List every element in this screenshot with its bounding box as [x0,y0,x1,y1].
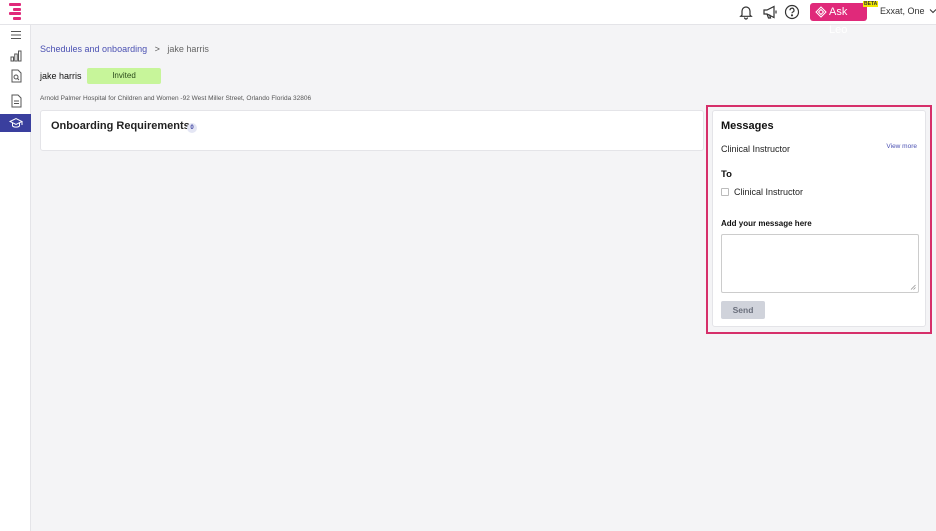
document-icon[interactable] [0,92,31,110]
send-button[interactable]: Send [721,301,765,319]
breadcrumb: Schedules and onboarding > jake harris [40,44,209,54]
message-sender: Clinical Instructor [721,144,791,154]
exxat-logo[interactable] [9,3,21,20]
top-bar: Ask Leo BETA Exxat, One [0,0,936,36]
requirements-count-badge: 0 [187,123,197,133]
menu-icon[interactable] [0,26,31,44]
to-label: To [721,169,732,180]
breadcrumb-schedules-link[interactable]: Schedules and onboarding [40,44,147,54]
document-search-icon[interactable] [0,67,31,85]
chevron-down-icon [929,6,936,16]
student-name: jake harris [40,71,82,81]
messages-title: Messages [721,120,774,132]
status-badge: Invited [87,68,161,84]
recipient-label: Clinical Instructor [734,187,804,197]
user-menu[interactable]: Exxat, One [880,6,936,16]
onboarding-requirements-title: Onboarding Requirements [51,120,190,132]
view-more-link[interactable]: View more [886,143,917,150]
ask-leo-label: Ask Leo [829,6,848,36]
ask-leo-button[interactable]: Ask Leo [810,3,867,36]
graduation-cap-icon[interactable] [0,114,31,132]
resize-handle-icon[interactable] [910,284,916,290]
megaphone-icon[interactable] [761,3,779,21]
site-address: Arnold Palmer Hospital for Children and … [40,95,312,102]
bell-icon[interactable] [737,3,755,21]
help-icon[interactable] [783,3,801,21]
message-textarea[interactable] [721,234,919,293]
message-field-label: Add your message here [721,219,812,228]
user-name: Exxat, One [880,6,925,16]
recipient-checkbox[interactable] [721,188,729,196]
onboarding-requirements-card[interactable]: Onboarding Requirements 0 [40,110,704,151]
breadcrumb-separator-icon: > [154,44,160,54]
breadcrumb-current: jake harris [167,44,209,54]
messages-panel: Messages Clinical Instructor View more T… [712,110,926,327]
sidebar [0,25,31,531]
bar-chart-icon[interactable] [0,47,31,65]
leo-icon [815,6,827,18]
recipient-option[interactable]: Clinical Instructor [721,187,803,197]
beta-badge: BETA [863,1,879,7]
